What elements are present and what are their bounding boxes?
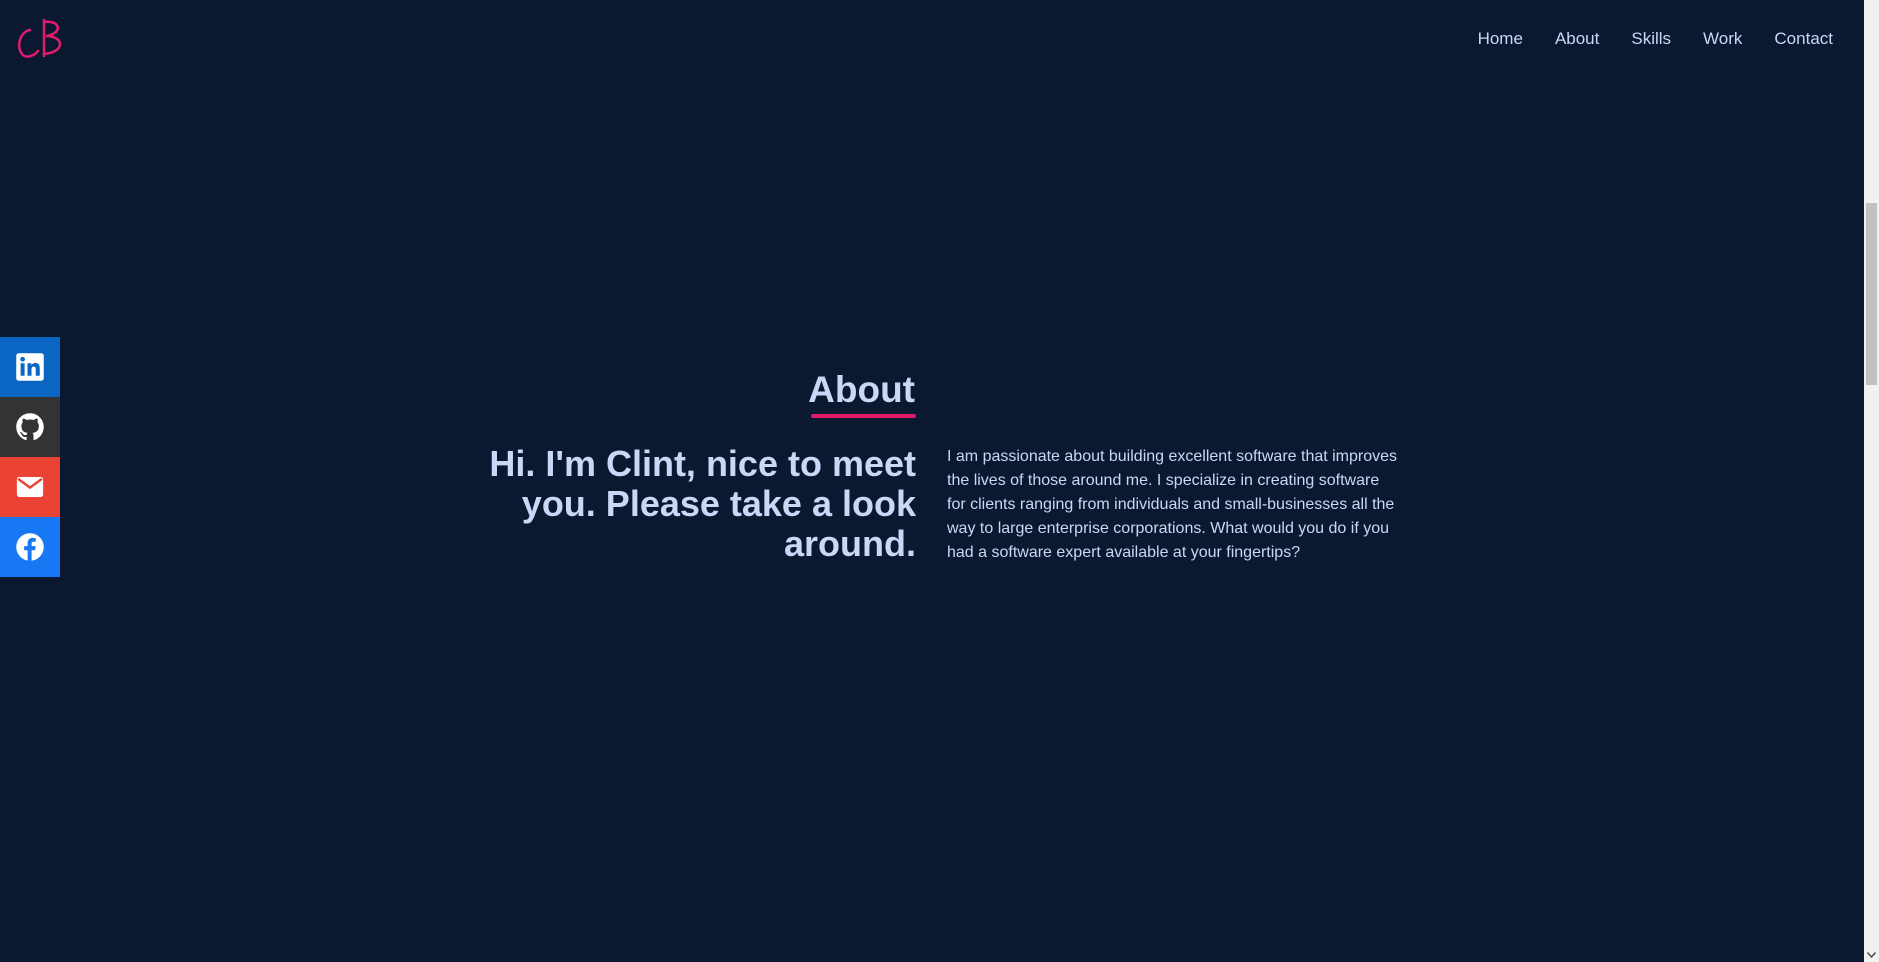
about-tagline: Hi. I'm Clint, nice to meet you. Please … xyxy=(489,443,916,564)
github-icon xyxy=(16,413,44,441)
nav-home[interactable]: Home xyxy=(1478,29,1523,49)
facebook-icon xyxy=(16,533,44,561)
page: Home About Skills Work Contact About Hi.… xyxy=(0,0,1879,962)
scrollbar-thumb[interactable] xyxy=(1866,203,1877,385)
about-bio: I am passionate about building excellent… xyxy=(947,448,1398,561)
nav-skills[interactable]: Skills xyxy=(1631,29,1671,49)
nav-contact[interactable]: Contact xyxy=(1774,29,1833,49)
linkedin-button[interactable] xyxy=(0,337,60,397)
logo[interactable] xyxy=(14,16,66,62)
vertical-scrollbar[interactable] xyxy=(1864,0,1879,962)
about-heading: About xyxy=(808,369,915,410)
social-sidebar xyxy=(0,337,60,577)
main-nav: Home About Skills Work Contact xyxy=(1446,29,1833,49)
nav-about[interactable]: About xyxy=(1555,29,1599,49)
mail-icon xyxy=(16,477,44,497)
scroll-down-arrow-icon[interactable] xyxy=(1864,947,1879,962)
email-button[interactable] xyxy=(0,457,60,517)
linkedin-icon xyxy=(16,353,44,381)
facebook-button[interactable] xyxy=(0,517,60,577)
github-button[interactable] xyxy=(0,397,60,457)
nav-work[interactable]: Work xyxy=(1703,29,1742,49)
heading-underline xyxy=(811,414,916,418)
logo-mark xyxy=(18,18,62,58)
